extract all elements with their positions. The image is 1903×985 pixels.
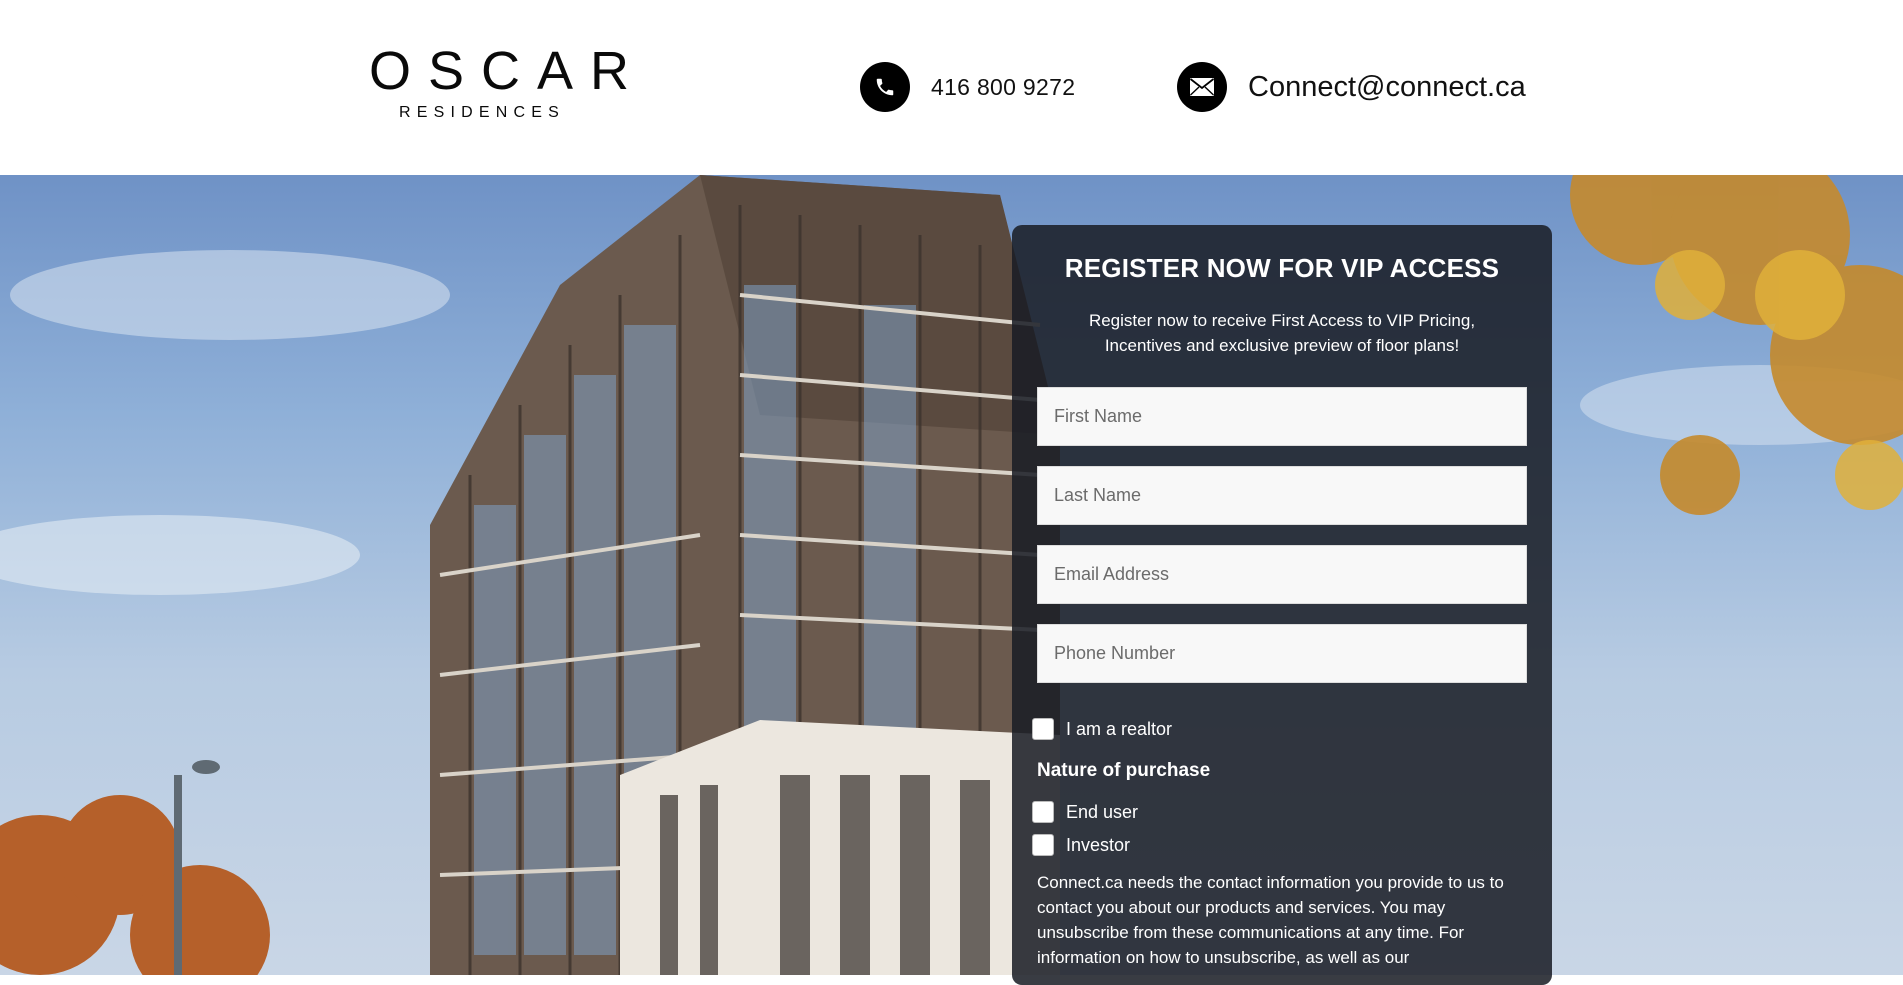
investor-checkbox-row[interactable]: Investor bbox=[1032, 834, 1130, 856]
logo[interactable]: OSCAR RESIDENCES bbox=[352, 41, 647, 122]
email-address[interactable]: Connect@connect.ca bbox=[1248, 71, 1526, 104]
registration-form: REGISTER NOW FOR VIP ACCESS Register now… bbox=[1012, 225, 1552, 985]
end-user-checkbox-row[interactable]: End user bbox=[1032, 801, 1138, 823]
phone-contact[interactable]: 416 800 9272 bbox=[860, 62, 1075, 112]
email-contact[interactable]: Connect@connect.ca bbox=[1177, 62, 1526, 112]
hero-section bbox=[0, 175, 1903, 975]
form-title: REGISTER NOW FOR VIP ACCESS bbox=[1064, 253, 1500, 283]
investor-checkbox[interactable] bbox=[1032, 834, 1054, 856]
realtor-checkbox-row[interactable]: I am a realtor bbox=[1032, 718, 1172, 740]
purchase-heading: Nature of purchase bbox=[1037, 760, 1211, 781]
logo-subtitle: RESIDENCES bbox=[398, 104, 566, 121]
phone-number[interactable]: 416 800 9272 bbox=[931, 74, 1075, 101]
last-name-input[interactable] bbox=[1037, 466, 1527, 525]
form-subtitle: Register now to receive First Access to … bbox=[1088, 311, 1476, 355]
realtor-checkbox[interactable] bbox=[1032, 718, 1054, 740]
first-name-input[interactable] bbox=[1037, 387, 1527, 446]
end-user-label: End user bbox=[1066, 801, 1139, 822]
investor-label: Investor bbox=[1066, 834, 1131, 855]
email-input[interactable] bbox=[1037, 545, 1527, 604]
phone-input[interactable] bbox=[1037, 624, 1527, 683]
building-rendering-image bbox=[0, 175, 1903, 975]
consent-text: Connect.ca needs the contact information… bbox=[1037, 873, 1504, 967]
realtor-label: I am a realtor bbox=[1066, 718, 1173, 739]
phone-icon bbox=[860, 62, 910, 112]
end-user-checkbox[interactable] bbox=[1032, 801, 1054, 823]
site-header: OSCAR RESIDENCES 416 800 9272 Connect@co… bbox=[0, 0, 1903, 175]
envelope-icon bbox=[1177, 62, 1227, 112]
logo-wordmark: OSCAR bbox=[369, 41, 647, 101]
